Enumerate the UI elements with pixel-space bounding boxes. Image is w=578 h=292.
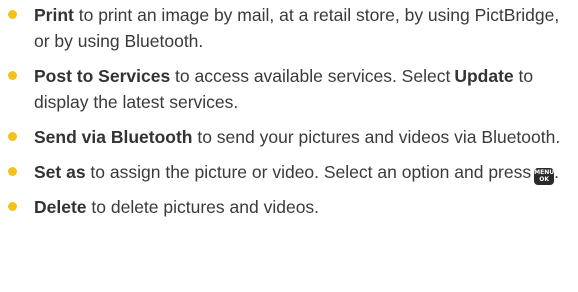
document-body: Print to print an image by mail, at a re…	[0, 2, 578, 229]
bullet-icon	[8, 71, 17, 80]
option-description-end: .	[554, 162, 559, 182]
option-term: Print	[34, 5, 74, 25]
option-description: to access available services. Select	[170, 66, 451, 86]
menu-ok-key-icon: MENU OK	[534, 168, 555, 185]
option-description: to send your pictures and videos via Blu…	[192, 127, 561, 147]
bullet-icon	[8, 132, 17, 141]
bullet-icon	[8, 167, 17, 176]
option-term: Set as	[34, 162, 86, 182]
option-description: to print an image by mail, at a retail s…	[34, 5, 560, 51]
option-term: Send via Bluetooth	[34, 127, 193, 147]
list-item-send-via-bluetooth: Send via Bluetooth to send your pictures…	[0, 124, 578, 150]
list-item-post-to-services: Post to Services to access available ser…	[0, 63, 578, 115]
list-item-delete: Delete to delete pictures and videos.	[0, 194, 578, 220]
bullet-icon	[8, 202, 17, 211]
list-item-set-as: Set as to assign the picture or video. S…	[0, 159, 578, 185]
option-description: to delete pictures and videos.	[86, 197, 320, 217]
option-term: Post to Services	[34, 66, 171, 86]
bullet-icon	[8, 10, 17, 19]
option-description: to assign the picture or video. Select a…	[85, 162, 532, 182]
menu-key-label: MENU	[534, 169, 555, 176]
option-subterm: Update	[454, 66, 514, 86]
option-term: Delete	[34, 197, 87, 217]
list-item-print: Print to print an image by mail, at a re…	[0, 2, 578, 54]
ok-key-label: OK	[539, 176, 549, 183]
